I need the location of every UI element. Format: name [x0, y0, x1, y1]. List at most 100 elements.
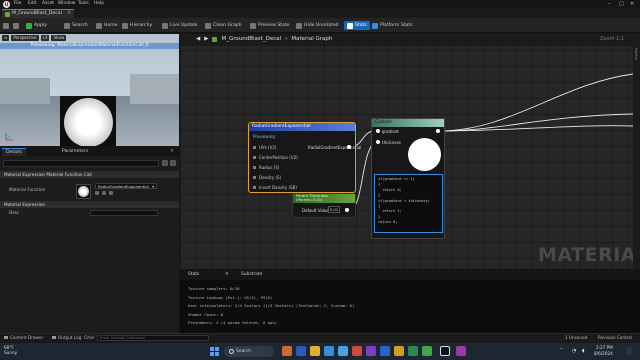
- menu-window[interactable]: Window: [58, 1, 75, 6]
- input-pin[interactable]: [376, 140, 380, 144]
- radial-node-title: RadialGradientExponential: [249, 123, 355, 131]
- close-icon[interactable]: ✕: [170, 149, 174, 154]
- stats-line: Texture samplers: 0/16: [188, 286, 240, 291]
- browse-button[interactable]: [13, 21, 19, 30]
- save-button[interactable]: [3, 21, 9, 30]
- input-pin[interactable]: [253, 156, 256, 159]
- default-value-input[interactable]: 0.01: [328, 206, 340, 213]
- minimize-icon[interactable]: –: [608, 1, 611, 7]
- desc-input[interactable]: [90, 210, 158, 216]
- app-icon[interactable]: [380, 346, 390, 356]
- hierarchy-button[interactable]: Hierarchy: [122, 21, 152, 30]
- file-explorer-icon[interactable]: [310, 346, 320, 356]
- app-icon[interactable]: [282, 346, 292, 356]
- material-function-label: Material Function: [9, 187, 46, 192]
- grid-view-icon[interactable]: [162, 160, 168, 166]
- breadcrumb-graph[interactable]: Material Graph: [291, 36, 332, 42]
- preview-label: Previewing: MaterialExpressionMaterialFu…: [0, 43, 179, 49]
- menu-tools[interactable]: Tools: [78, 1, 89, 6]
- input-pin[interactable]: [376, 129, 380, 133]
- clean-graph-label: Clean Graph: [213, 23, 242, 28]
- lit-button[interactable]: Lit: [40, 35, 50, 41]
- menu-help[interactable]: Help: [94, 1, 104, 6]
- hierarchy-icon: [122, 22, 128, 29]
- palette-side-tab[interactable]: Palette: [633, 34, 640, 269]
- hide-unrelated-button[interactable]: Hide Unrelated: [296, 21, 338, 30]
- output-log-button[interactable]: Output Log: [52, 335, 81, 340]
- console-command-input[interactable]: Enter Console Command: [97, 335, 209, 341]
- material-function-dropdown[interactable]: RadialGradientExponential ▾: [95, 183, 157, 189]
- close-icon[interactable]: ✕: [630, 1, 634, 7]
- tab-parameters[interactable]: Parameters: [58, 148, 92, 156]
- output-pin[interactable]: [347, 145, 351, 149]
- tab-stats[interactable]: Stats: [188, 272, 199, 277]
- back-icon[interactable]: ◀: [196, 36, 200, 42]
- details-search-input[interactable]: [3, 160, 159, 167]
- weather-condition: Sunny: [4, 350, 18, 355]
- app-icon[interactable]: [394, 346, 404, 356]
- wifi-icon[interactable]: ◔: [572, 348, 576, 354]
- app-icon[interactable]: [338, 346, 348, 356]
- tab-close-icon[interactable]: ✕: [67, 11, 71, 16]
- viewport-menu-button[interactable]: ≡: [2, 35, 10, 41]
- notification-icon[interactable]: [626, 347, 632, 355]
- app-icon[interactable]: [422, 346, 432, 356]
- menu-edit[interactable]: Edit: [28, 1, 37, 6]
- input-pin[interactable]: [253, 176, 256, 179]
- windows-start-icon[interactable]: [210, 347, 219, 356]
- cmd-dropdown[interactable]: Cmd: [84, 335, 94, 340]
- browser-icon[interactable]: [324, 346, 334, 356]
- input-pin[interactable]: [253, 146, 256, 149]
- tab-substrate[interactable]: Substrate: [241, 272, 262, 277]
- menu-asset[interactable]: Asset: [42, 1, 54, 6]
- app-icon[interactable]: [408, 346, 418, 356]
- status-bar: [0, 333, 640, 343]
- stats-label: Stats: [355, 23, 367, 28]
- reset-icon[interactable]: [109, 191, 113, 195]
- output-pin[interactable]: [436, 129, 440, 133]
- maximize-icon[interactable]: □: [619, 1, 624, 7]
- document-tab-label: M_GroundBlast_Decal: [12, 11, 62, 16]
- home-button[interactable]: Home: [96, 21, 118, 30]
- settings-icon[interactable]: [170, 160, 176, 166]
- search-button[interactable]: Search: [64, 21, 88, 30]
- revision-control-button[interactable]: Revision Control: [598, 335, 632, 340]
- input-pin[interactable]: [253, 166, 256, 169]
- app-icon[interactable]: [352, 346, 362, 356]
- document-tab[interactable]: M_GroundBlast_Decal ✕: [2, 9, 74, 18]
- show-button[interactable]: Show: [51, 35, 67, 41]
- app-icon[interactable]: [296, 346, 306, 356]
- forward-icon[interactable]: ▶: [204, 36, 208, 42]
- breadcrumb-asset[interactable]: M_GroundBlast_Decal: [221, 36, 281, 42]
- tab-details[interactable]: Details: [2, 148, 26, 156]
- browse-icon[interactable]: [102, 191, 106, 195]
- visual-studio-icon[interactable]: [366, 346, 376, 356]
- content-drawer-button[interactable]: Content Drawer: [4, 335, 43, 340]
- stats-button[interactable]: Stats: [344, 21, 370, 30]
- section-header-expression[interactable]: Material Expression: [0, 201, 179, 208]
- unsaved-indicator[interactable]: 1 Unsaved: [565, 335, 587, 340]
- preview-state-button[interactable]: Preview State: [250, 21, 290, 30]
- app-icon[interactable]: [456, 346, 466, 356]
- custom-node-preview: [408, 138, 441, 171]
- os-taskbar: [0, 343, 640, 360]
- use-selected-icon[interactable]: [95, 191, 99, 195]
- custom-code-editor[interactable]: if(gradient >= 1) { return 0; } if(gradi…: [374, 174, 443, 233]
- perspective-button[interactable]: Perspective: [11, 35, 39, 41]
- tab-close-icon[interactable]: ✕: [225, 272, 229, 277]
- tray-chevron-icon[interactable]: ˄: [560, 348, 563, 354]
- live-update-button[interactable]: Live Update: [162, 21, 197, 30]
- preview-viewport[interactable]: ≡ Perspective Lit Show Previewing: Mater…: [0, 34, 179, 146]
- input-pin[interactable]: [253, 186, 256, 189]
- menu-file[interactable]: File: [14, 1, 21, 6]
- apply-button[interactable]: Apply: [26, 21, 47, 30]
- unreal-logo-icon[interactable]: U: [3, 1, 10, 8]
- clean-graph-button[interactable]: Clean Graph: [205, 21, 242, 30]
- section-header-function-call[interactable]: Material Expression Material Function Ca…: [0, 171, 179, 178]
- platform-stats-button[interactable]: Platform Stats: [372, 21, 413, 30]
- output-pin[interactable]: [345, 208, 349, 212]
- weather-widget[interactable]: 68°F Sunny: [4, 345, 17, 355]
- volume-icon[interactable]: ◖: [582, 348, 585, 354]
- taskbar-clock[interactable]: 2:27 PM 8/6/2024: [594, 345, 613, 356]
- unreal-engine-icon[interactable]: [440, 346, 450, 356]
